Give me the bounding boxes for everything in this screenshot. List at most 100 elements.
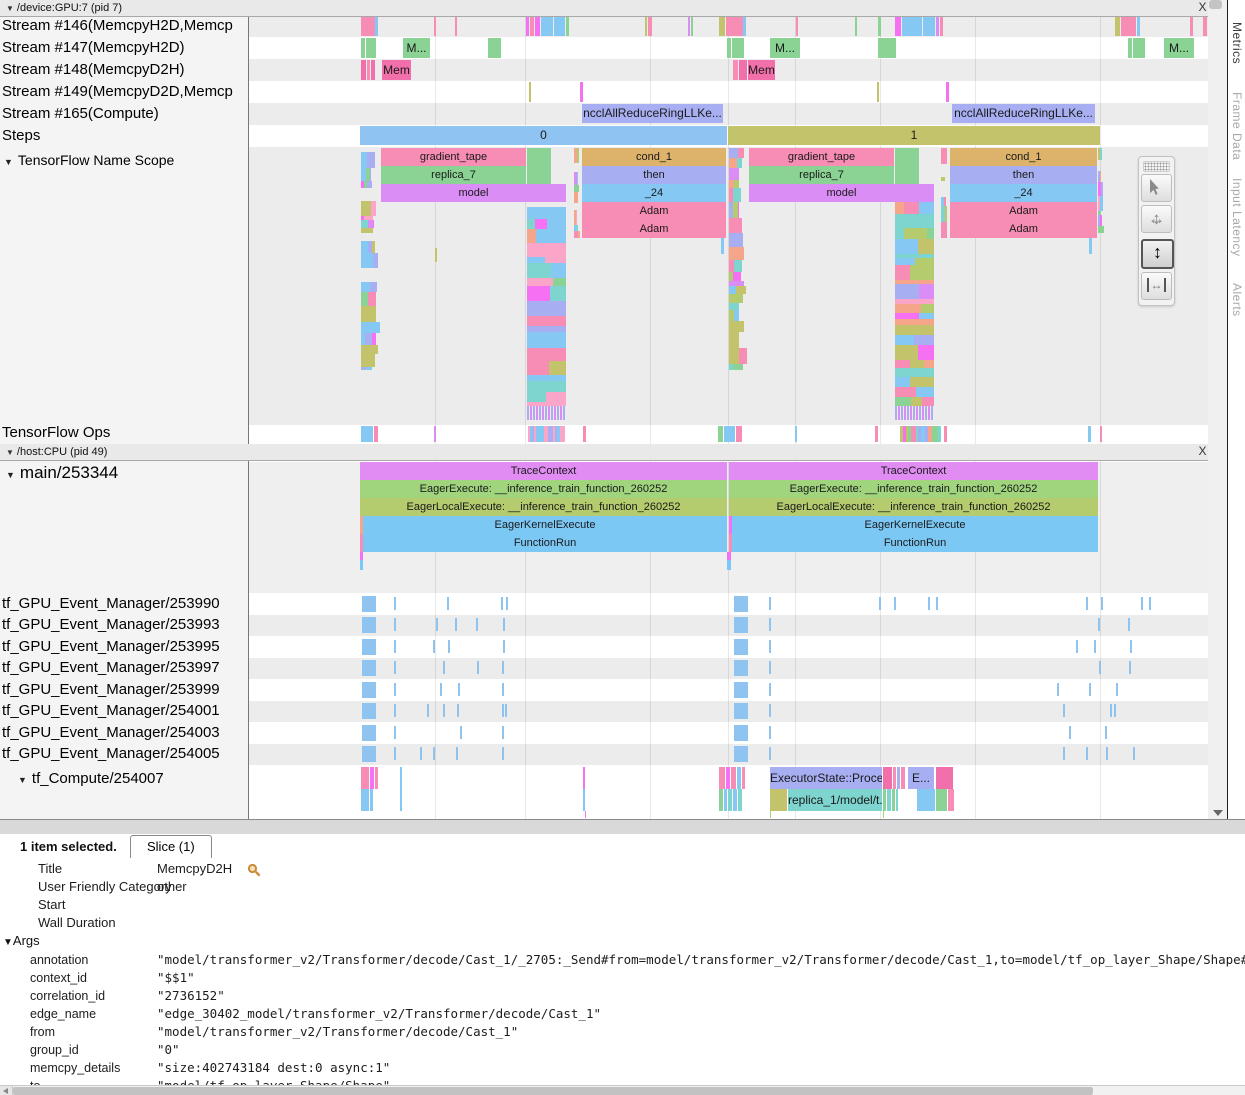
- dense-slice[interactable]: [729, 332, 739, 348]
- dense-slice[interactable]: [1100, 148, 1102, 160]
- dense-slice[interactable]: [729, 247, 744, 260]
- vertical-scroll-gutter[interactable]: [1208, 0, 1227, 819]
- event-block[interactable]: [362, 725, 376, 741]
- trace-slice[interactable]: [585, 811, 586, 818]
- trace-slice[interactable]: [361, 767, 369, 789]
- trace-slice[interactable]: [361, 60, 366, 80]
- event-block[interactable]: [362, 746, 376, 762]
- dense-slice[interactable]: [535, 219, 547, 229]
- event-tick[interactable]: [1116, 683, 1118, 696]
- dense-slice[interactable]: [361, 228, 373, 233]
- dense-slice[interactable]: [941, 177, 945, 181]
- dense-slice[interactable]: [895, 214, 934, 228]
- dense-slice[interactable]: [370, 282, 377, 292]
- host-process-header[interactable]: ▼/host:CPU (pid 49) X: [0, 444, 1208, 461]
- trace-slice-labeled[interactable]: cond_1: [582, 148, 726, 166]
- dense-slice[interactable]: [367, 152, 375, 168]
- event-tick[interactable]: [1128, 618, 1130, 631]
- trace-slice-labeled[interactable]: EagerLocalExecute: __inference_train_fun…: [729, 498, 1098, 516]
- dense-slice[interactable]: [361, 253, 373, 268]
- event-tick[interactable]: [476, 618, 478, 631]
- dense-slice[interactable]: [944, 197, 946, 206]
- trace-slice[interactable]: [488, 38, 501, 58]
- trace-slice[interactable]: [883, 789, 886, 811]
- trace-slice[interactable]: [361, 789, 369, 811]
- dense-slice[interactable]: [729, 158, 737, 168]
- event-tick[interactable]: [460, 726, 462, 739]
- dense-slice[interactable]: [931, 406, 933, 420]
- event-tick[interactable]: [457, 704, 459, 717]
- trace-slice[interactable]: [724, 426, 735, 442]
- trace-slice[interactable]: [1115, 16, 1120, 36]
- tab-input-latency[interactable]: Input Latency: [1230, 178, 1244, 257]
- label-divider[interactable]: [248, 0, 249, 819]
- trace-slice-labeled[interactable]: replica_1/model/t...: [788, 789, 882, 811]
- event-tick[interactable]: [1106, 747, 1108, 760]
- dense-slice[interactable]: [739, 348, 747, 364]
- dense-slice[interactable]: [733, 321, 744, 332]
- tab-slice[interactable]: Slice (1): [130, 835, 212, 858]
- trace-slice[interactable]: [737, 767, 741, 789]
- event-tick[interactable]: [1086, 747, 1088, 760]
- event-tick[interactable]: [1086, 597, 1088, 610]
- dense-slice[interactable]: [895, 258, 915, 265]
- dense-slice[interactable]: [1100, 215, 1102, 226]
- trace-slice[interactable]: [738, 789, 742, 811]
- trace-slice-labeled[interactable]: EagerExecute: __inference_train_function…: [729, 480, 1098, 498]
- trace-slice[interactable]: [743, 16, 746, 36]
- dense-slice[interactable]: [729, 303, 739, 310]
- dense-slice[interactable]: [361, 201, 371, 216]
- dense-slice[interactable]: [536, 406, 538, 420]
- trace-slice-labeled[interactable]: 0: [360, 126, 727, 145]
- trace-slice[interactable]: [719, 767, 725, 789]
- dense-slice[interactable]: [729, 168, 739, 180]
- dense-slice[interactable]: [367, 181, 372, 188]
- event-block[interactable]: [362, 639, 376, 655]
- event-tick[interactable]: [1101, 597, 1103, 610]
- trace-slice[interactable]: [1100, 426, 1102, 442]
- event-block[interactable]: [734, 725, 748, 741]
- trace-slice[interactable]: [527, 166, 551, 184]
- vertical-scrollbar-thumb[interactable]: [1209, 0, 1222, 9]
- trace-slice[interactable]: [435, 248, 437, 262]
- dense-slice[interactable]: [548, 406, 550, 420]
- dense-slice[interactable]: [895, 202, 904, 214]
- dense-slice[interactable]: [361, 345, 371, 354]
- event-tick[interactable]: [433, 747, 435, 760]
- dense-slice[interactable]: [904, 406, 906, 420]
- dense-slice[interactable]: [733, 272, 741, 281]
- event-tick[interactable]: [458, 683, 460, 696]
- trace-slice[interactable]: [726, 16, 743, 36]
- event-tick[interactable]: [928, 597, 930, 610]
- tab-frame-data[interactable]: Frame Data: [1230, 92, 1244, 160]
- event-tick[interactable]: [769, 726, 771, 739]
- trace-slice[interactable]: [940, 16, 943, 36]
- trace-slice-labeled[interactable]: M...: [770, 38, 800, 58]
- dense-slice[interactable]: [365, 333, 372, 345]
- event-tick[interactable]: [894, 597, 896, 610]
- trace-slice-labeled[interactable]: gradient_tape: [381, 148, 526, 166]
- dense-slice[interactable]: [373, 220, 374, 228]
- trace-slice[interactable]: [370, 767, 374, 789]
- event-tick[interactable]: [477, 661, 479, 674]
- dense-slice[interactable]: [546, 392, 566, 402]
- trace-slice-labeled[interactable]: _24: [950, 184, 1097, 202]
- trace-slice-labeled[interactable]: FunctionRun: [363, 534, 727, 552]
- trace-slice[interactable]: [897, 767, 900, 789]
- event-block[interactable]: [734, 703, 748, 719]
- event-tick[interactable]: [503, 618, 505, 631]
- event-tick[interactable]: [443, 661, 445, 674]
- trace-slice[interactable]: [901, 767, 905, 789]
- trace-slice[interactable]: [946, 82, 949, 102]
- dense-slice[interactable]: [1101, 226, 1104, 233]
- event-block[interactable]: [362, 617, 376, 633]
- trace-slice[interactable]: [733, 789, 737, 811]
- trace-slice-labeled[interactable]: ExecutorState::Process: [770, 767, 882, 789]
- dense-slice[interactable]: [910, 406, 912, 420]
- dense-slice[interactable]: [527, 392, 546, 402]
- event-tick[interactable]: [502, 726, 504, 739]
- dense-slice[interactable]: [922, 406, 924, 420]
- dense-slice[interactable]: [895, 387, 916, 397]
- trace-slice-labeled[interactable]: Adam: [950, 220, 1097, 238]
- trace-slice[interactable]: [580, 82, 583, 102]
